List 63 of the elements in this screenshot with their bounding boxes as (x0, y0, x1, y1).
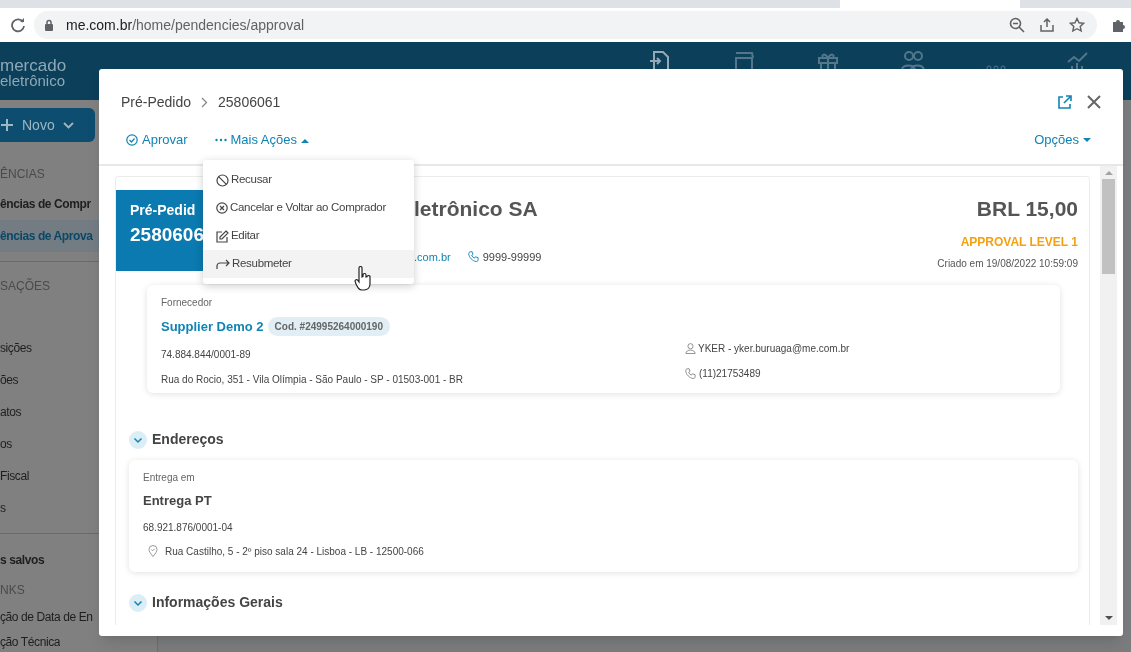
zoom-out-icon[interactable] (1009, 17, 1025, 33)
edit-icon (216, 229, 229, 243)
approve-button[interactable]: Aprovar (126, 130, 188, 150)
section-title: Endereços (152, 430, 224, 449)
options-button[interactable]: Opções (1034, 130, 1091, 150)
section-title: Informações Gerais (152, 593, 283, 612)
caret-up-icon (301, 137, 309, 143)
plus-icon (0, 118, 14, 132)
supplier-address: Rua do Rocio, 351 - Vila Olímpia - São Paulo - SP - 01503-001 - BR (161, 372, 464, 387)
phone-icon (685, 368, 696, 379)
address-bar[interactable]: me.com.br/home/pendencies/approval (34, 11, 1097, 39)
phone-icon (467, 251, 479, 263)
field-label: Entrega em (143, 471, 196, 485)
scroll-down-icon[interactable] (1104, 616, 1113, 621)
user-icon (685, 343, 696, 354)
star-icon[interactable] (1069, 17, 1085, 33)
phone-number: 9999-99999 (482, 249, 542, 265)
cancel-circle-icon (216, 202, 228, 214)
logo-text: eletrônico (0, 73, 67, 88)
created-date: Criado em 19/08/2022 10:59:09 (937, 256, 1078, 271)
breadcrumb-link[interactable]: Pré-Pedido (121, 91, 192, 113)
sidebar-link[interactable]: ção Técnica (0, 629, 61, 652)
people-icon[interactable] (900, 50, 927, 72)
supplier-name[interactable]: Supplier Demo 2 (161, 317, 264, 337)
menu-item[interactable]: Resubmeter (203, 250, 414, 278)
menu-item[interactable]: Recusar (203, 166, 414, 194)
phone-number: (11)21753489 (699, 367, 761, 381)
menu-item[interactable]: Editar (203, 222, 414, 250)
code-badge: Cod. #24995264000190 (267, 317, 390, 337)
delivery-address: Rua Castilho, 5 - 2º piso sala 24 - Lisboa - LB - 12500-066 (165, 544, 424, 559)
reload-icon[interactable] (10, 17, 26, 33)
new-button[interactable]: Novo (0, 108, 95, 142)
menu-item[interactable]: Cancelar e Voltar ao Comprador (203, 194, 414, 222)
tax-id: 68.921.876/0001-04 (143, 520, 234, 535)
scrollbar[interactable] (1100, 166, 1117, 625)
tax-id: 74.884.844/0001-89 (161, 347, 252, 362)
chevron-right-icon (201, 96, 209, 108)
dots-icon (214, 138, 227, 142)
breadcrumb-current: 25806061 (218, 92, 281, 112)
lock-icon (44, 19, 54, 31)
share-icon[interactable] (1039, 17, 1055, 33)
address-name: Entrega PT (143, 492, 213, 510)
buyer-name: letrônico SA (414, 196, 539, 222)
redo-arrow-icon (216, 258, 230, 270)
email-link[interactable]: .com.br (414, 248, 451, 265)
caret-down-icon (1083, 137, 1091, 143)
sidebar-link[interactable]: ção de Data de En (0, 604, 93, 629)
status-label: APPROVAL LEVEL 1 (960, 233, 1078, 251)
order-type: Pré-Pedid (130, 201, 197, 220)
contact-text: YKER - yker.buruaga@me.com.br (698, 342, 850, 356)
chevron-down-icon (62, 121, 74, 129)
more-actions-button[interactable]: Mais Ações (214, 130, 309, 150)
location-pin-icon (148, 545, 158, 557)
order-total: BRL 15,00 (976, 196, 1078, 222)
close-icon[interactable] (1087, 95, 1101, 109)
puzzle-icon[interactable] (1111, 17, 1127, 33)
url-text[interactable]: me.com.br/home/pendencies/approval (66, 14, 305, 36)
external-link-icon[interactable] (1057, 94, 1072, 110)
logo-text: mercado (0, 58, 67, 73)
field-label: Fornecedor (161, 296, 214, 310)
scrollbar-thumb[interactable] (1102, 179, 1115, 274)
ban-icon (216, 173, 229, 187)
check-circle-icon (126, 134, 138, 146)
